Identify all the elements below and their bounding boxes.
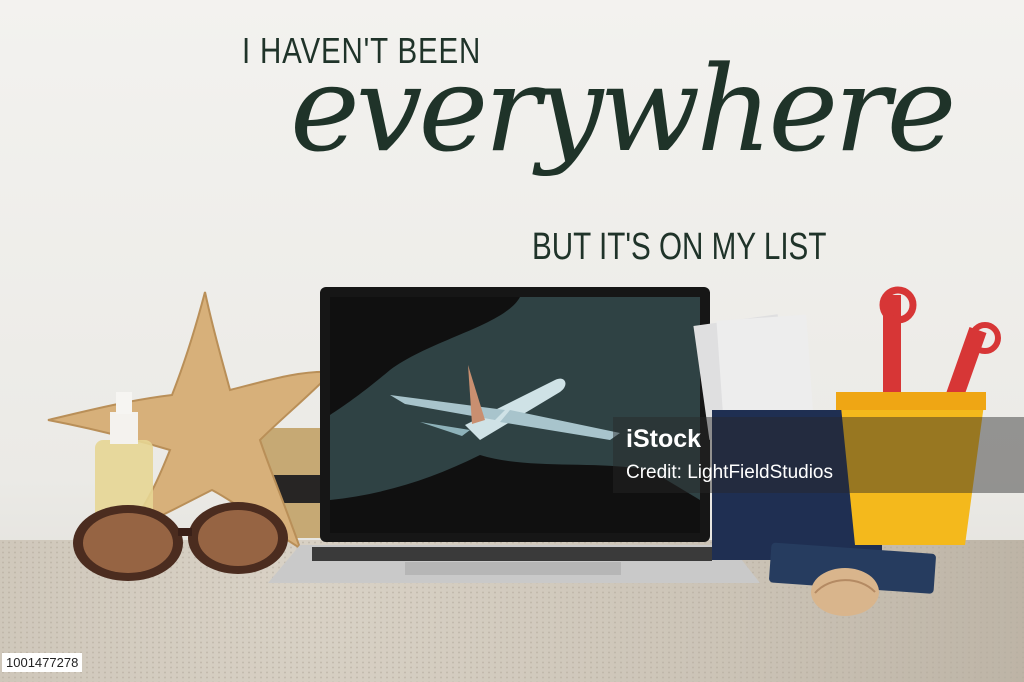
photo-scene: I HAVEN'T BEEN everywhere BUT IT'S ON MY… — [0, 0, 1024, 682]
stock-id-label: 1001477278 — [2, 653, 83, 672]
watermark-credit: Credit: LightFieldStudios — [626, 462, 833, 483]
beach-items-illustration — [47, 286, 1001, 616]
seashell — [811, 568, 879, 616]
sunglasses — [73, 502, 288, 581]
watermark-brand: iStock — [626, 425, 702, 453]
